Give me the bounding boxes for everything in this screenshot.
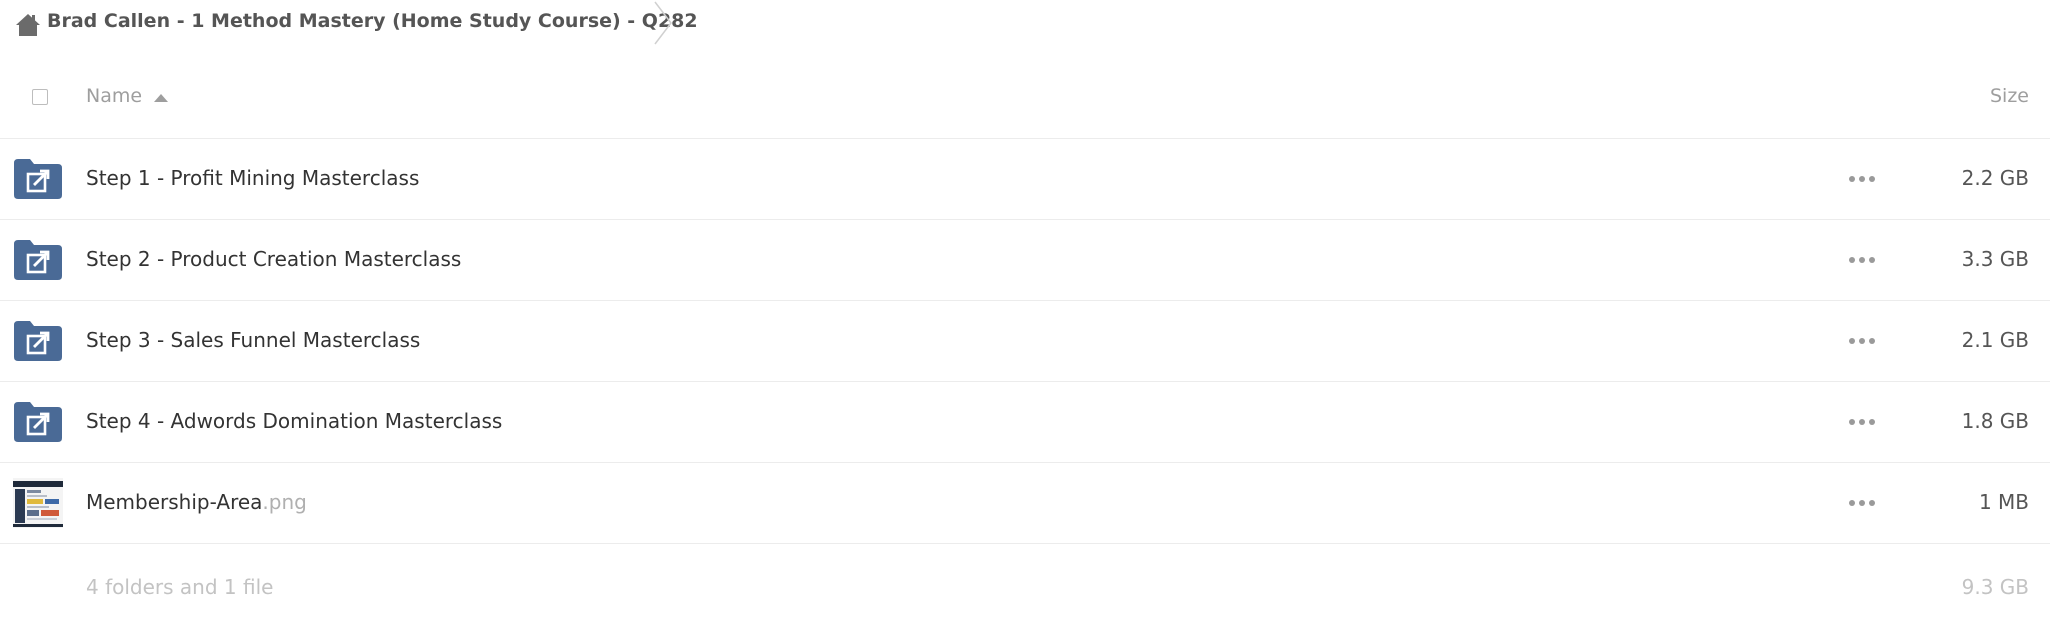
image-thumbnail — [13, 478, 63, 528]
shared-folder-icon — [14, 321, 62, 361]
more-options-icon[interactable] — [1849, 491, 1875, 515]
table-row[interactable]: Membership-Area.png 1 MB — [0, 463, 2050, 544]
shared-folder-icon — [14, 159, 62, 199]
home-icon[interactable] — [15, 12, 41, 38]
row-size: 3.3 GB — [1961, 247, 2029, 271]
more-options-icon[interactable] — [1849, 329, 1875, 353]
shared-folder-icon — [14, 240, 62, 280]
file-list-header: Name Size — [0, 66, 2050, 139]
row-size: 1.8 GB — [1961, 409, 2029, 433]
row-name[interactable]: Step 2 - Product Creation Masterclass — [86, 247, 461, 271]
file-extension: .png — [262, 490, 307, 514]
summary-count: 4 folders and 1 file — [86, 575, 274, 599]
row-name[interactable]: Membership-Area.png — [86, 490, 307, 514]
row-size: 2.1 GB — [1961, 328, 2029, 352]
row-name[interactable]: Step 3 - Sales Funnel Masterclass — [86, 328, 420, 352]
select-all-checkbox[interactable] — [32, 89, 48, 105]
more-options-icon[interactable] — [1849, 248, 1875, 272]
table-row[interactable]: Step 1 - Profit Mining Masterclass 2.2 G… — [0, 139, 2050, 220]
breadcrumb-chevron-icon — [654, 1, 672, 45]
row-size: 1 MB — [1978, 490, 2029, 514]
breadcrumb-current-folder[interactable]: Brad Callen - 1 Method Mastery (Home Stu… — [47, 10, 698, 32]
table-row[interactable]: Step 4 - Adwords Domination Masterclass … — [0, 382, 2050, 463]
row-name[interactable]: Step 4 - Adwords Domination Masterclass — [86, 409, 502, 433]
sort-ascending-icon[interactable] — [154, 94, 168, 102]
row-name[interactable]: Step 1 - Profit Mining Masterclass — [86, 166, 419, 190]
table-row[interactable]: Step 2 - Product Creation Masterclass 3.… — [0, 220, 2050, 301]
size-column-header[interactable]: Size — [1990, 85, 2029, 107]
summary-total-size: 9.3 GB — [1961, 575, 2029, 599]
more-options-icon[interactable] — [1849, 410, 1875, 434]
more-options-icon[interactable] — [1849, 167, 1875, 191]
row-size: 2.2 GB — [1961, 166, 2029, 190]
name-column-header[interactable]: Name — [86, 85, 142, 107]
shared-folder-icon — [14, 402, 62, 442]
table-row[interactable]: Step 3 - Sales Funnel Masterclass 2.1 GB — [0, 301, 2050, 382]
